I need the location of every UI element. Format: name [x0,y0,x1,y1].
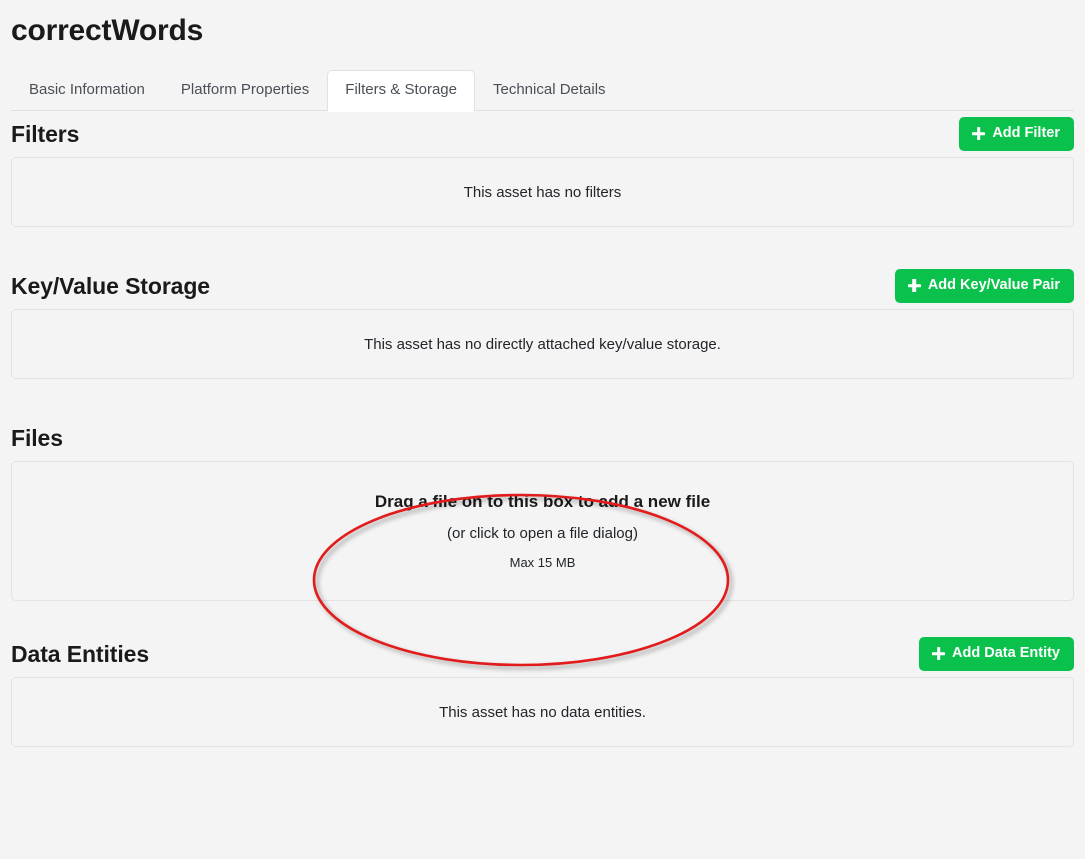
data-entities-empty-state: This asset has no data entities. [11,677,1074,747]
add-filter-label: Add Filter [992,126,1060,141]
key-value-storage-title: Key/Value Storage [11,275,210,298]
files-dropzone-max-size: Max 15 MB [510,555,576,570]
filters-empty-state: This asset has no filters [11,157,1074,227]
data-entities-header: Data Entities Add Data Entity [11,631,1074,677]
key-value-storage-empty-message: This asset has no directly attached key/… [364,336,721,353]
data-entities-empty-message: This asset has no data entities. [439,704,646,721]
filters-section: Filters Add Filter This asset has no fil… [0,111,1085,227]
key-value-storage-empty-state: This asset has no directly attached key/… [11,309,1074,379]
files-header: Files [11,415,1074,461]
add-filter-button[interactable]: Add Filter [959,117,1074,151]
tab-list: Basic Information Platform Properties Fi… [0,68,1085,111]
key-value-storage-section: Key/Value Storage Add Key/Value Pair Thi… [0,263,1085,379]
page-title: correctWords [0,0,1085,46]
files-dropzone[interactable]: Drag a file on to this box to add a new … [11,461,1074,601]
tab-platform-properties[interactable]: Platform Properties [163,70,327,111]
tab-filters-and-storage[interactable]: Filters & Storage [327,70,475,111]
plus-icon [972,127,985,140]
filters-empty-message: This asset has no filters [464,184,622,201]
files-dropzone-primary-text: Drag a file on to this box to add a new … [375,492,710,512]
tabs-bar: Basic Information Platform Properties Fi… [0,68,1085,111]
files-dropzone-secondary-text: (or click to open a file dialog) [447,525,638,542]
data-entities-title: Data Entities [11,643,149,666]
add-data-entity-label: Add Data Entity [952,646,1060,661]
plus-icon [932,647,945,660]
add-data-entity-button[interactable]: Add Data Entity [919,637,1074,671]
filters-title: Filters [11,123,79,146]
files-section: Files Drag a file on to this box to add … [0,415,1085,601]
add-key-value-pair-button[interactable]: Add Key/Value Pair [895,269,1074,303]
filters-header: Filters Add Filter [11,111,1074,157]
files-title: Files [11,427,63,450]
plus-icon [908,279,921,292]
tab-basic-information[interactable]: Basic Information [11,70,163,111]
tab-technical-details[interactable]: Technical Details [475,70,624,111]
key-value-storage-header: Key/Value Storage Add Key/Value Pair [11,263,1074,309]
data-entities-section: Data Entities Add Data Entity This asset… [0,631,1085,747]
add-key-value-pair-label: Add Key/Value Pair [928,278,1060,293]
